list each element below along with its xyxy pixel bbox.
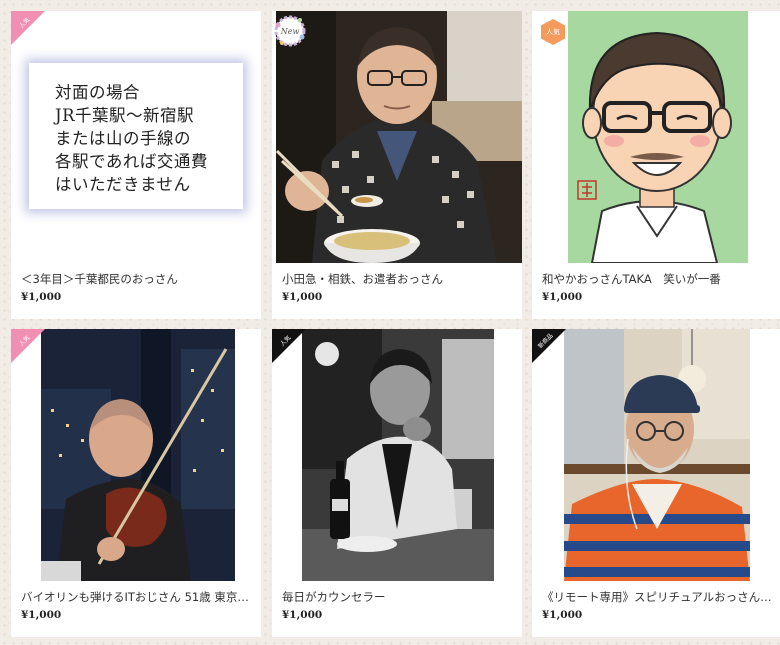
notice-line: または山の手線の (55, 129, 191, 148)
product-image[interactable] (272, 329, 522, 581)
product-price: ¥1,000 (21, 291, 62, 303)
product-price: ¥1,000 (282, 291, 323, 303)
product-price: ¥1,000 (282, 609, 323, 621)
product-card[interactable]: 対面の場合 JR千葉駅〜新宿駅 または山の手線の 各駅であれば交通費 はいただき… (11, 11, 261, 319)
product-price: ¥1,000 (542, 291, 583, 303)
notice-line: 対面の場合 (55, 83, 140, 102)
new-badge-label: New (280, 26, 300, 36)
product-title[interactable]: 毎日がカウンセラー (282, 589, 512, 605)
notice-line: 各駅であれば交通費 (55, 152, 208, 171)
notice-line: はいただきません (55, 175, 191, 194)
product-title[interactable]: 小田急・相鉄、お遣者おっさん (282, 271, 512, 287)
caricature-illustration (532, 11, 780, 263)
notice-line: JR千葉駅〜新宿駅 (55, 106, 195, 125)
product-card[interactable]: 新商品 《リモート専用》スピリチュアルおっさん… ¥1,000 (532, 329, 780, 637)
new-badge: New (272, 13, 308, 49)
product-image[interactable] (11, 329, 261, 581)
violinist-photo (11, 329, 261, 581)
product-title[interactable]: 《リモート専用》スピリチュアルおっさん… (542, 589, 772, 605)
product-price: ¥1,000 (21, 609, 62, 621)
popular-badge: 人気 (539, 18, 567, 46)
product-card[interactable]: New 小田急・相鉄、お遣者おっさん ¥1,000 (272, 11, 522, 319)
product-image[interactable] (532, 11, 780, 263)
counselor-bw-photo (272, 329, 522, 581)
product-title[interactable]: バイオリンも弾けるITおじさん 51歳 東京… (21, 589, 251, 605)
notice-panel: 対面の場合 JR千葉駅〜新宿駅 または山の手線の 各駅であれば交通費 はいただき… (29, 63, 243, 209)
product-image[interactable] (532, 329, 780, 581)
product-card[interactable]: 人気 バイオリンも弾けるITおじさん 51歳 東京… ¥1,000 (11, 329, 261, 637)
product-title[interactable]: 和やかおっさんTAKA 笑いが一番 (542, 271, 772, 287)
product-price: ¥1,000 (542, 609, 583, 621)
popular-badge-label: 人気 (546, 28, 560, 36)
remote-man-selfie-photo (532, 329, 780, 581)
product-title[interactable]: ＜3年目＞千葉都民のおっさん (21, 271, 251, 287)
product-image[interactable]: 対面の場合 JR千葉駅〜新宿駅 または山の手線の 各駅であれば交通費 はいただき… (11, 11, 261, 263)
product-image[interactable] (272, 11, 522, 263)
product-card[interactable]: 人気 毎日がカウンセラー ¥1,000 (272, 329, 522, 637)
man-ramen-photo (272, 11, 522, 263)
product-card[interactable]: 人気 和やかおっさんTAKA 笑いが一番 ¥1,000 (532, 11, 780, 319)
